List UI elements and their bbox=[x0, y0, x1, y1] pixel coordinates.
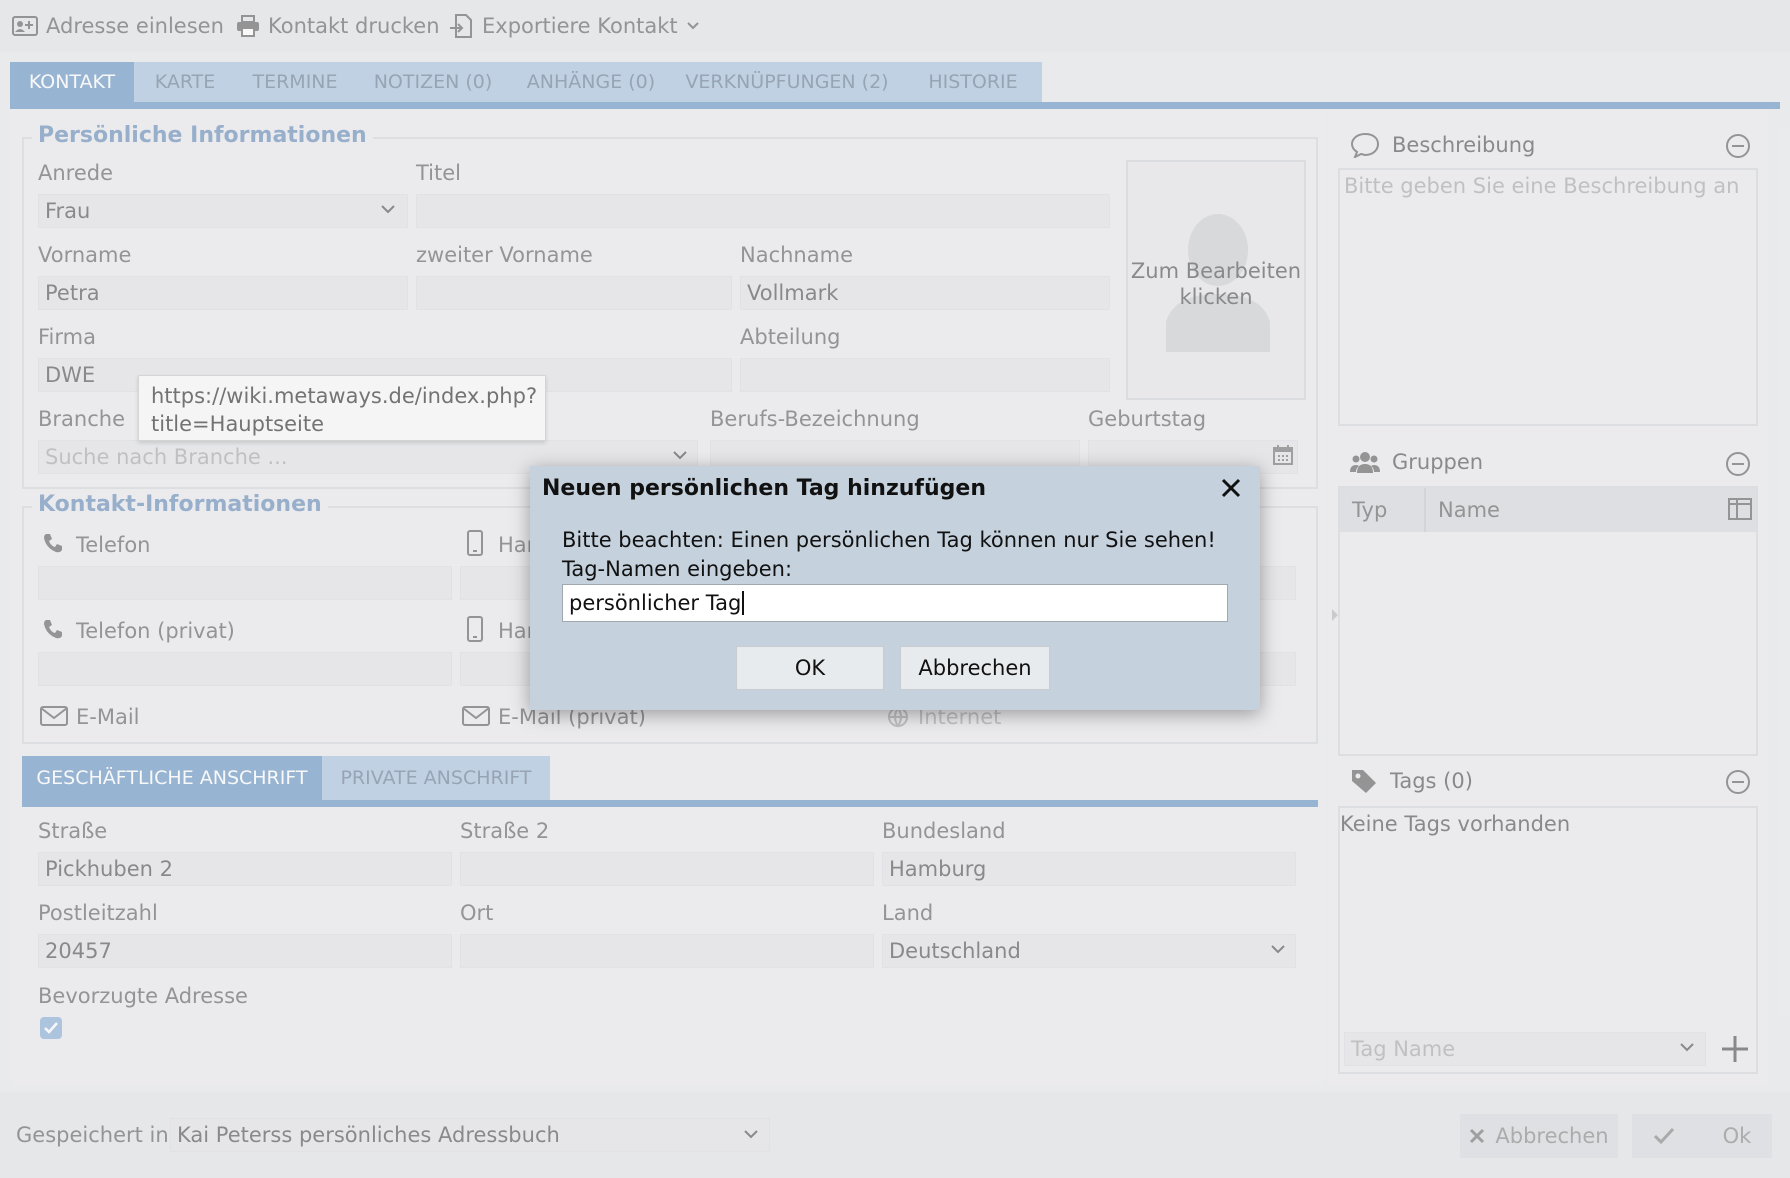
dialog-ok-button[interactable]: OK bbox=[736, 646, 884, 690]
text-caret bbox=[742, 591, 745, 615]
dialog-message-line1: Bitte beachten: Einen persönlichen Tag k… bbox=[562, 528, 1216, 552]
add-personal-tag-dialog: Neuen persönlichen Tag hinzufügen Bitte … bbox=[530, 466, 1260, 710]
tag-name-input-value: persönlicher Tag bbox=[569, 591, 742, 615]
close-icon bbox=[1221, 478, 1241, 498]
dialog-cancel-button[interactable]: Abbrechen bbox=[900, 646, 1050, 690]
dialog-close-button[interactable] bbox=[1216, 474, 1246, 504]
dialog-message-line2: Tag-Namen eingeben: bbox=[562, 557, 793, 581]
dialog-message: Bitte beachten: Einen persönlichen Tag k… bbox=[562, 526, 1216, 584]
dialog-title: Neuen persönlichen Tag hinzufügen bbox=[542, 476, 986, 501]
tag-name-input[interactable]: persönlicher Tag bbox=[562, 584, 1228, 622]
